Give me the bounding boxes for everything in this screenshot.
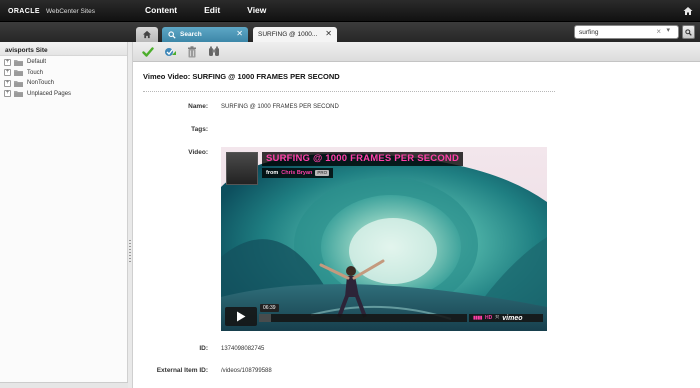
asset-content: Vimeo Video: SURFING @ 1000 FRAMES PER S… — [133, 63, 700, 388]
splitter-grip[interactable] — [129, 240, 131, 264]
pro-badge: PRO — [315, 170, 330, 176]
external-item-id-label: External Item ID: — [156, 367, 208, 374]
approve-icon[interactable] — [163, 45, 177, 59]
tree-item-default[interactable]: + Default — [4, 57, 71, 68]
title-divider — [143, 91, 555, 92]
brand-logo: ORACLE WebCenter Sites — [8, 6, 95, 16]
panel-footer — [0, 382, 128, 388]
vimeo-video-player[interactable]: SURFING @ 1000 FRAMES PER SECOND from Ch… — [221, 147, 547, 331]
tab-search[interactable]: Search ✕ — [162, 27, 248, 42]
tree-item-touch[interactable]: + Touch — [4, 68, 71, 79]
progress-bar[interactable] — [259, 314, 467, 322]
player-controls: 06:39 ▮▮▮▮ HD ⤧ vimeo — [225, 304, 543, 328]
video-title[interactable]: SURFING @ 1000 FRAMES PER SECOND — [262, 152, 464, 166]
search-icon — [685, 28, 692, 36]
brand-oracle: ORACLE — [8, 7, 40, 15]
tags-label: Tags: — [191, 126, 208, 133]
clear-icon[interactable]: × — [656, 27, 661, 36]
asset-toolbar — [133, 42, 700, 62]
tree-item-label: NonTouch — [27, 80, 55, 87]
tree-item-unplaced-pages[interactable]: + Unplaced Pages — [4, 89, 71, 100]
video-label: Video: — [188, 149, 208, 156]
video-byline: from Chris Bryan PRO — [262, 168, 334, 178]
checkmark-icon[interactable] — [141, 45, 155, 59]
play-icon — [237, 311, 246, 322]
player-right-controls: ▮▮▮▮ HD ⤧ vimeo — [469, 314, 543, 322]
tree-item-label: Unplaced Pages — [27, 90, 72, 97]
search-button[interactable] — [682, 25, 695, 39]
folder-icon — [14, 70, 23, 77]
page-title: Vimeo Video: SURFING @ 1000 FRAMES PER S… — [143, 72, 340, 81]
time-display: 06:39 — [260, 304, 279, 312]
site-title: avisports Site — [5, 47, 48, 54]
tree-item-label: Touch — [27, 69, 44, 76]
expand-icon[interactable]: + — [4, 69, 11, 77]
search-input[interactable]: surfing × ▾ — [574, 25, 679, 39]
menu-edit[interactable]: Edit — [204, 5, 220, 15]
author-link[interactable]: Chris Bryan — [281, 168, 312, 178]
tree-item-nontouch[interactable]: + NonTouch — [4, 78, 71, 89]
top-bar: ORACLE WebCenter Sites Content Edit View — [0, 0, 700, 22]
menu-content[interactable]: Content — [145, 5, 177, 15]
progress-fill — [259, 314, 272, 322]
folder-icon — [14, 59, 23, 66]
tab-video-asset-label: SURFING @ 1000... — [258, 31, 318, 38]
close-icon[interactable]: ✕ — [236, 29, 243, 38]
menu-view[interactable]: View — [247, 5, 266, 15]
home-icon[interactable] — [683, 6, 693, 16]
fullscreen-icon[interactable]: ⤧ — [495, 315, 499, 321]
close-icon[interactable]: ✕ — [325, 29, 332, 38]
folder-icon — [14, 80, 23, 87]
hd-toggle[interactable]: HD — [485, 315, 492, 321]
id-value: 1374098082745 — [221, 346, 265, 352]
tab-video-asset[interactable]: SURFING @ 1000... ✕ — [253, 27, 337, 42]
volume-icon[interactable]: ▮▮▮▮ — [473, 315, 483, 321]
site-tree-panel: avisports Site + Default + Touch + NonTo… — [0, 42, 128, 388]
vimeo-logo[interactable]: vimeo — [502, 315, 522, 322]
expand-icon[interactable]: + — [4, 90, 11, 98]
delete-icon[interactable] — [185, 45, 199, 59]
folder-icon — [14, 91, 23, 98]
id-label: ID: — [199, 345, 208, 352]
tab-search-label: Search — [180, 31, 202, 38]
site-tree: + Default + Touch + NonTouch + Unplaced … — [4, 57, 71, 99]
byline-from: from — [266, 170, 279, 176]
brand-product: WebCenter Sites — [45, 7, 95, 15]
tree-item-label: Default — [27, 59, 47, 66]
play-button[interactable] — [225, 307, 257, 326]
home-tab-icon — [142, 30, 152, 39]
binoculars-icon[interactable] — [207, 45, 221, 59]
expand-icon[interactable]: + — [4, 58, 11, 66]
author-avatar[interactable] — [226, 152, 258, 185]
chevron-down-icon[interactable]: ▾ — [666, 26, 670, 34]
search-icon — [168, 30, 176, 39]
expand-icon[interactable]: + — [4, 79, 11, 87]
name-value: SURFING @ 1000 FRAMES PER SECOND — [221, 104, 339, 110]
tab-home[interactable] — [136, 27, 158, 42]
external-item-id-value: /videos/108799588 — [221, 368, 272, 374]
name-label: Name: — [188, 103, 208, 110]
main-menu: Content Edit View — [145, 5, 293, 15]
search-input-value: surfing — [579, 28, 599, 36]
